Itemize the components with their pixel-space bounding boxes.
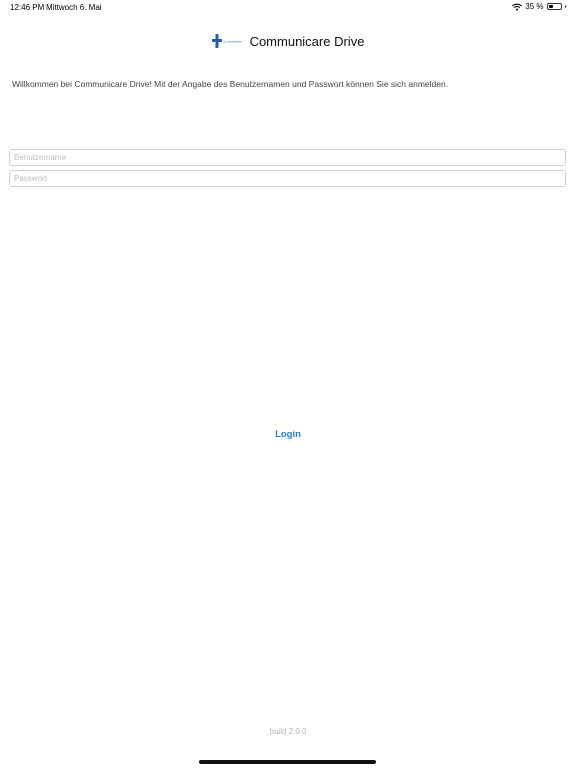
welcome-message: Willkommen bei Communicare Drive! Mit de… — [12, 79, 449, 89]
battery-icon — [546, 3, 562, 10]
status-bar: 12:46 PM Mittwoch 6. Mai 35 % — [0, 0, 576, 14]
app-title: Communicare Drive — [249, 33, 365, 49]
battery-tip — [564, 5, 566, 8]
logo-caption: Communicare — [223, 39, 242, 43]
app-header: Communicare Communicare Drive — [0, 33, 576, 49]
status-time: 12:46 PM — [10, 3, 45, 12]
wifi-icon — [512, 3, 523, 11]
login-area: Login — [0, 424, 576, 442]
status-indicators: 35 % — [512, 2, 566, 11]
build-version: build 2.0.0 — [269, 727, 307, 736]
username-input[interactable] — [9, 149, 566, 166]
home-indicator[interactable] — [199, 760, 376, 764]
battery-percentage: 35 % — [525, 2, 544, 11]
password-input[interactable] — [9, 170, 566, 187]
communicare-logo: Communicare — [211, 33, 246, 49]
battery-level — [548, 5, 553, 8]
login-button[interactable]: Login — [269, 427, 307, 442]
status-date: Mittwoch 6. Mai — [46, 3, 102, 12]
cross-logo-icon: Communicare — [211, 34, 242, 48]
